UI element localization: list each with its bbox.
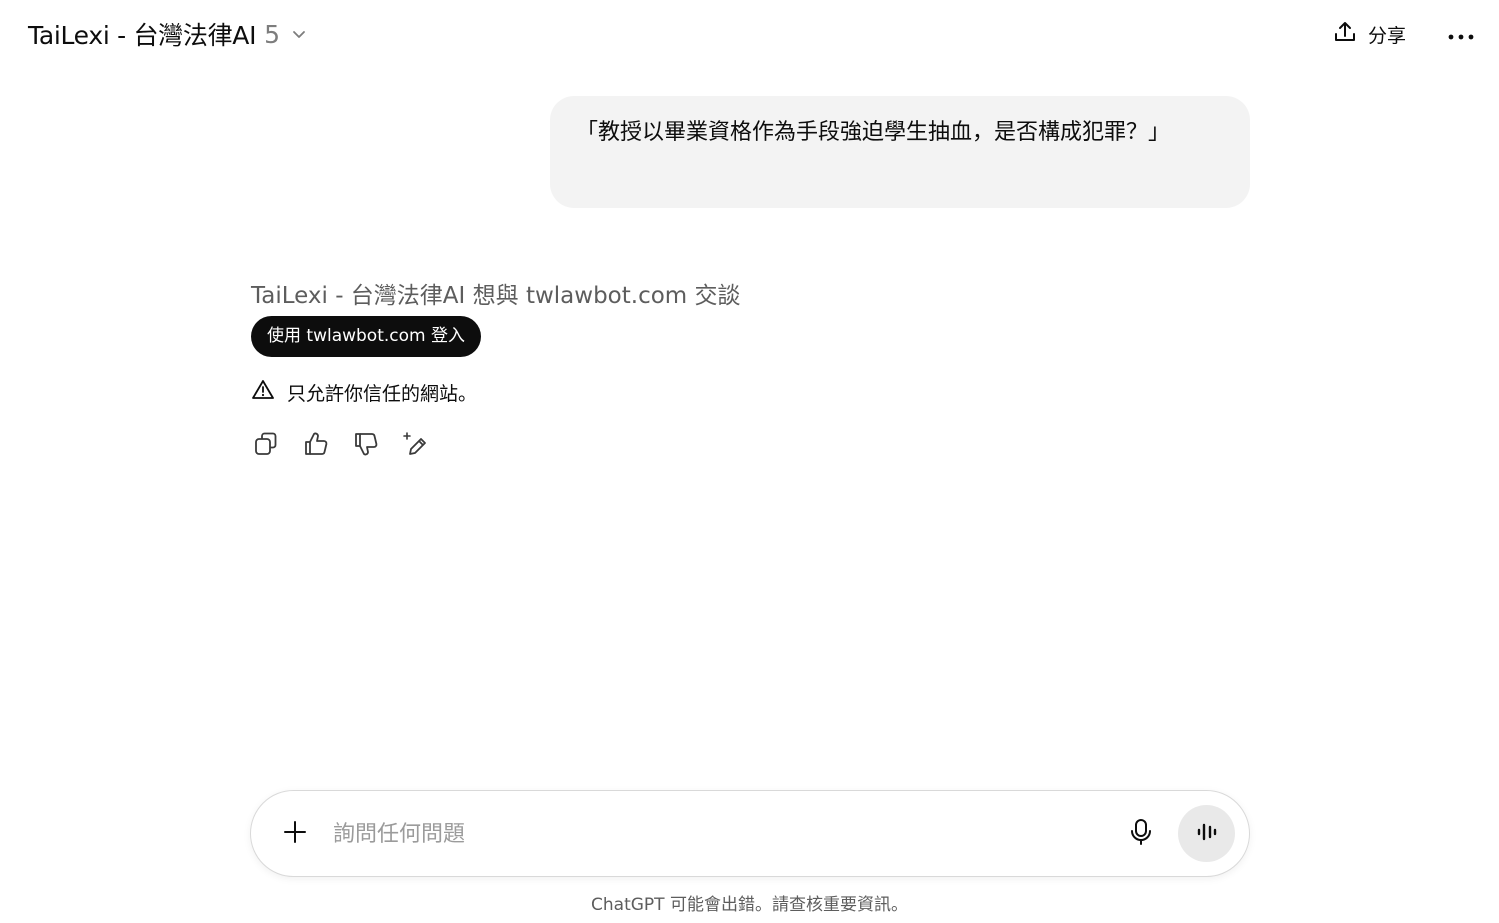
- more-options-button[interactable]: [1438, 14, 1484, 56]
- thumbs-down-icon: [352, 430, 380, 462]
- edit-sparkle-icon: [402, 430, 430, 462]
- login-button[interactable]: 使用 twlawbot.com 登入: [251, 316, 481, 357]
- thumbs-down-button[interactable]: [348, 428, 384, 464]
- microphone-icon: [1129, 817, 1153, 851]
- dictate-button[interactable]: [1121, 813, 1161, 855]
- more-icon: [1448, 26, 1474, 45]
- thumbs-up-icon: [302, 430, 330, 462]
- warning-notice: 只允許你信任的網站。: [251, 375, 477, 409]
- top-bar: TaiLexi - 台灣法律AI 5 分享: [0, 0, 1499, 70]
- model-name: TaiLexi - 台灣法律AI: [28, 21, 257, 50]
- copy-button[interactable]: [248, 428, 284, 464]
- message-actions: [248, 428, 434, 464]
- prompt-input[interactable]: [333, 813, 1093, 855]
- share-label: 分享: [1368, 24, 1407, 47]
- model-version: 5: [264, 19, 281, 49]
- prompt-composer: [250, 790, 1250, 877]
- share-icon: [1332, 19, 1358, 49]
- share-button[interactable]: 分享: [1322, 14, 1416, 54]
- user-message: 「教授以畢業資格作為手段強迫學生抽血，是否構成犯罪？」: [550, 96, 1250, 208]
- gizmo-request-text: TaiLexi - 台灣法律AI 想與 twlawbot.com 交談: [251, 283, 741, 309]
- model-switcher[interactable]: TaiLexi - 台灣法律AI 5: [20, 12, 316, 56]
- disclaimer-text: ChatGPT 可能會出錯。請查核重要資訊。: [591, 895, 908, 915]
- plus-icon: [282, 819, 308, 849]
- warning-text: 只允許你信任的網站。: [287, 382, 478, 405]
- copy-icon: [252, 430, 280, 462]
- voice-mode-button[interactable]: [1178, 805, 1235, 862]
- warning-icon: [251, 378, 275, 406]
- chevron-down-icon: [290, 25, 308, 43]
- attach-button[interactable]: [275, 814, 315, 854]
- thumbs-up-button[interactable]: [298, 428, 334, 464]
- voice-mode-icon: [1194, 819, 1220, 849]
- edit-button[interactable]: [398, 428, 434, 464]
- assistant-message: TaiLexi - 台灣法律AI 想與 twlawbot.com 交談 使用 t…: [251, 278, 1251, 357]
